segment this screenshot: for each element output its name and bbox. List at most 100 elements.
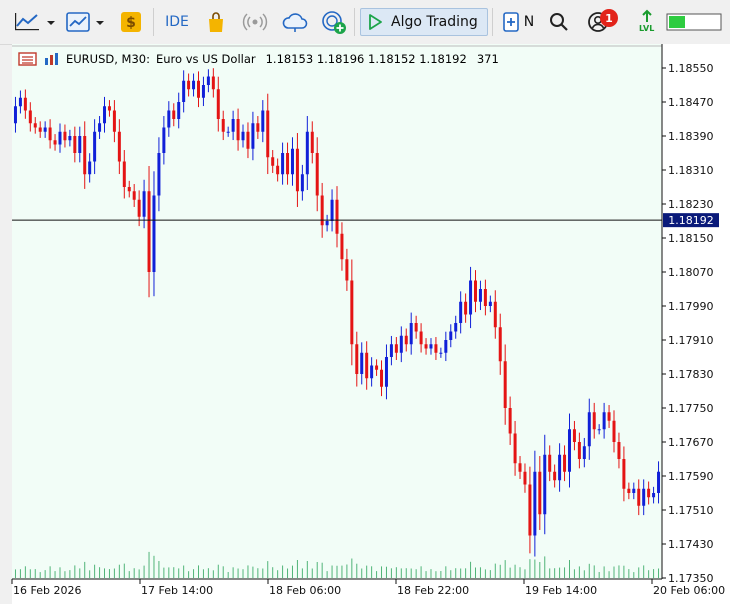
- candle-body: [281, 153, 285, 175]
- notification-badge: 1: [600, 9, 618, 27]
- candle-body: [271, 157, 275, 166]
- chart-window[interactable]: 1.18550 1.18470 1.18390 1.18310 1.18230 1.181…: [0, 44, 730, 604]
- level-label: LVL: [639, 24, 655, 33]
- candle-body: [251, 123, 255, 149]
- candle-body: [414, 323, 418, 332]
- candle-body: [152, 195, 156, 272]
- new-order-button[interactable]: N: [498, 8, 538, 36]
- market-depth-icon[interactable]: [44, 52, 60, 66]
- candle-body: [182, 80, 186, 102]
- candle-body: [375, 365, 379, 370]
- candle-body: [553, 471, 557, 481]
- candle-body: [617, 442, 621, 459]
- templates-button[interactable]: [64, 8, 110, 36]
- candle-body: [286, 153, 290, 175]
- candle-body: [167, 110, 171, 128]
- price-tick-label: 1.17590: [668, 470, 714, 483]
- level-button[interactable]: [636, 8, 658, 24]
- search-button[interactable]: [546, 8, 572, 36]
- symbol-list-icon[interactable]: [18, 52, 38, 66]
- candle-body: [582, 446, 586, 459]
- time-tick-label: 18 Feb 06:00: [269, 584, 341, 597]
- candle-body: [246, 131, 250, 149]
- battery-level-icon: [666, 13, 722, 31]
- chart-type-button[interactable]: [10, 8, 60, 36]
- candle-body: [652, 493, 656, 498]
- candle-body: [68, 136, 72, 141]
- candle-body: [201, 85, 205, 98]
- candle-body: [602, 412, 606, 430]
- candle-body: [211, 76, 215, 90]
- ide-button[interactable]: IDE: [160, 8, 194, 36]
- price-tick-label: 1.18150: [668, 232, 714, 245]
- market-bag-icon: [209, 12, 223, 32]
- candle-body: [221, 119, 225, 132]
- candle-body: [642, 488, 646, 506]
- candle-body: [315, 153, 319, 196]
- toolbar-separator: [354, 8, 355, 36]
- chart-background: [12, 44, 662, 579]
- candle-body: [18, 97, 22, 107]
- candle-body: [459, 301, 463, 323]
- candle-body: [226, 131, 230, 133]
- signal-strength-meter: [666, 8, 722, 36]
- candle-body: [122, 161, 126, 187]
- candle-body: [172, 110, 176, 119]
- toolbar-separator: [492, 8, 493, 36]
- candle-body: [63, 131, 67, 141]
- candle-body: [345, 259, 349, 281]
- chart-description: Euro vs US Dollar: [156, 52, 256, 66]
- candle-body: [290, 148, 294, 175]
- price-tick-label: 1.17430: [668, 538, 714, 551]
- candle-body: [637, 488, 641, 506]
- chart-templates-icon: [66, 12, 104, 32]
- time-tick-label: 16 Feb 2026: [13, 584, 81, 597]
- candle-body: [177, 102, 181, 119]
- candle-body: [43, 127, 47, 132]
- algo-trading-label: Algo Trading: [391, 14, 478, 30]
- price-tick-label: 1.17510: [668, 504, 714, 517]
- candle-body: [276, 165, 280, 175]
- candle-body: [360, 352, 364, 374]
- candle-body: [103, 106, 107, 124]
- cloud-button[interactable]: [280, 8, 310, 36]
- candle-body: [612, 420, 616, 442]
- candle-body: [241, 131, 245, 141]
- market-button[interactable]: [202, 8, 230, 36]
- main-toolbar: $ IDE Algo Trading N 1 LVL: [0, 0, 730, 45]
- candle-body: [488, 301, 492, 306]
- candle-body: [508, 408, 512, 434]
- toolbar-separator: [153, 8, 154, 36]
- signals-button[interactable]: [240, 8, 270, 36]
- candle-body: [607, 412, 611, 421]
- candle-body: [127, 187, 131, 192]
- price-tick-label: 1.17670: [668, 436, 714, 449]
- candle-body: [439, 352, 443, 354]
- candle-body: [300, 174, 304, 192]
- candle-body: [58, 131, 62, 145]
- candle-body: [231, 119, 235, 132]
- candle-body: [256, 123, 260, 132]
- chart-header: EURUSD, M30: Euro vs US Dollar 1.18153 1…: [18, 52, 499, 66]
- price-tick-label: 1.18070: [668, 266, 714, 279]
- candle-body: [355, 344, 359, 374]
- price-tick-label: 1.17830: [668, 368, 714, 381]
- candle-body: [236, 119, 240, 141]
- candle-body: [192, 80, 196, 90]
- candle-body: [162, 127, 166, 153]
- deposit-button[interactable]: $: [118, 8, 144, 36]
- candle-body: [577, 442, 581, 459]
- candle-body: [266, 110, 270, 158]
- candle-body: [533, 471, 537, 536]
- price-chart[interactable]: 1.18550 1.18470 1.18390 1.18310 1.18230 1.181…: [0, 44, 730, 604]
- vps-button[interactable]: [318, 8, 350, 36]
- candle-body: [548, 454, 552, 472]
- time-tick-label: 17 Feb 14:00: [141, 584, 213, 597]
- candle-body: [78, 136, 82, 153]
- candle-body: [394, 344, 398, 353]
- algo-trading-button[interactable]: Algo Trading: [360, 8, 488, 36]
- candle-body: [424, 344, 428, 349]
- candle-body: [33, 123, 37, 128]
- candle-body: [399, 335, 403, 353]
- candle-body: [647, 488, 651, 498]
